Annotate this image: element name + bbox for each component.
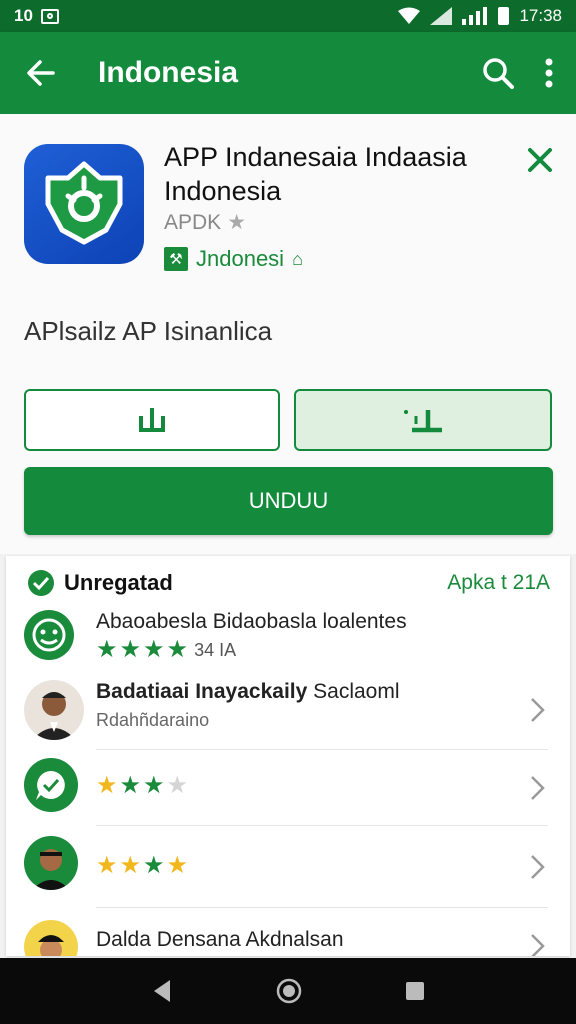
list-header: Unregatad Apka t 21A bbox=[6, 556, 570, 610]
avatar bbox=[24, 920, 78, 956]
list-item[interactable]: Dalda Densana Akdnalsan bbox=[6, 908, 570, 956]
avatar bbox=[24, 680, 84, 740]
list-item-subtitle: Rdahñdaraino bbox=[96, 710, 210, 730]
rating-stars: ★ ★ ★ ★ bbox=[96, 772, 189, 799]
list-title: Unregatad bbox=[64, 570, 173, 595]
list-item-title: Badatiaai Inayackaily bbox=[96, 680, 308, 703]
app-logo-icon bbox=[24, 610, 74, 660]
screenshot-icon bbox=[40, 8, 59, 24]
chat-icon bbox=[24, 758, 78, 812]
chevron-right-icon bbox=[531, 934, 545, 956]
list-item-title: Dalda Densana Akdnalsan bbox=[96, 928, 344, 951]
close-icon[interactable] bbox=[524, 144, 556, 176]
developer-row[interactable]: ⚒ Jndonesi ⌂ bbox=[164, 246, 303, 272]
status-time: 17:38 bbox=[519, 6, 562, 25]
battery-icon bbox=[498, 7, 510, 25]
app-logo-icon bbox=[45, 161, 123, 245]
list-item[interactable]: Badatiaai Inayackaily Saclaoml Rdahñdara… bbox=[6, 670, 570, 750]
avatar bbox=[24, 836, 78, 890]
signal-icon-2 bbox=[462, 7, 488, 25]
list-item[interactable]: Abaoabesla Bidaobasla loalentes ★ ★ ★ ★ 34 … bbox=[6, 608, 570, 670]
nav-home-icon[interactable] bbox=[275, 977, 303, 1005]
rating-stars: ★ ★ ★ ★ bbox=[96, 636, 189, 663]
nav-recents-icon[interactable] bbox=[404, 980, 426, 1002]
chevron-right-icon bbox=[531, 855, 545, 879]
signal-icon bbox=[430, 7, 453, 25]
back-button[interactable] bbox=[0, 32, 80, 114]
chevron-right-icon bbox=[531, 776, 545, 800]
list-item-title: Abaoabesla Bidaobasla loalentes bbox=[96, 610, 407, 633]
star-icon: ★ bbox=[227, 211, 247, 234]
install-button[interactable]: UNDUU bbox=[24, 467, 553, 535]
page-title: Indonesia bbox=[98, 56, 239, 89]
developer-name: Jndonesi bbox=[196, 246, 285, 271]
list-more-link[interactable]: Apka t 21A bbox=[447, 571, 550, 595]
developer-badge-icon: ⚒ bbox=[164, 247, 188, 271]
download-sparkle-icon bbox=[404, 410, 442, 433]
status-bar: 10 17:38 bbox=[0, 0, 576, 32]
apk-label: APDK bbox=[164, 210, 222, 234]
status-left-text: 10 bbox=[14, 6, 33, 25]
list-item[interactable]: ★ ★ ★ ★ bbox=[6, 750, 570, 826]
nav-back-icon[interactable] bbox=[150, 978, 174, 1004]
rating-text: 34 IA bbox=[194, 639, 237, 660]
system-navigation-bar bbox=[0, 958, 576, 1024]
more-options-icon[interactable] bbox=[544, 57, 554, 89]
download-icon bbox=[139, 408, 165, 432]
chevron-right-icon bbox=[531, 698, 545, 722]
rating-stars: ★ ★ ★ ★ bbox=[96, 852, 189, 879]
download-button-outline[interactable] bbox=[24, 389, 280, 451]
apk-label-row: APDK ★ bbox=[164, 210, 246, 235]
list-badge-icon bbox=[28, 570, 54, 596]
app-bar: Indonesia bbox=[0, 32, 576, 114]
list-item[interactable]: ★ ★ ★ ★ bbox=[6, 826, 570, 908]
wifi-icon bbox=[398, 7, 421, 24]
app-description: APlsailz AP Isinanlica bbox=[24, 316, 273, 346]
list-item-title-right: Saclaoml bbox=[313, 680, 400, 703]
app-name: APP Indanesaia Indaasia Indonesia bbox=[164, 142, 467, 206]
app-icon bbox=[24, 144, 144, 264]
home-icon: ⌂ bbox=[292, 248, 303, 269]
search-icon[interactable] bbox=[482, 57, 514, 89]
related-apps-card: Unregatad Apka t 21A Abaoabesla Bidaobas… bbox=[6, 556, 570, 956]
back-arrow-icon bbox=[27, 60, 55, 86]
download-button-filled[interactable] bbox=[294, 389, 552, 451]
app-header-card: APP Indanesaia Indaasia Indonesia APDK ★… bbox=[0, 114, 576, 554]
